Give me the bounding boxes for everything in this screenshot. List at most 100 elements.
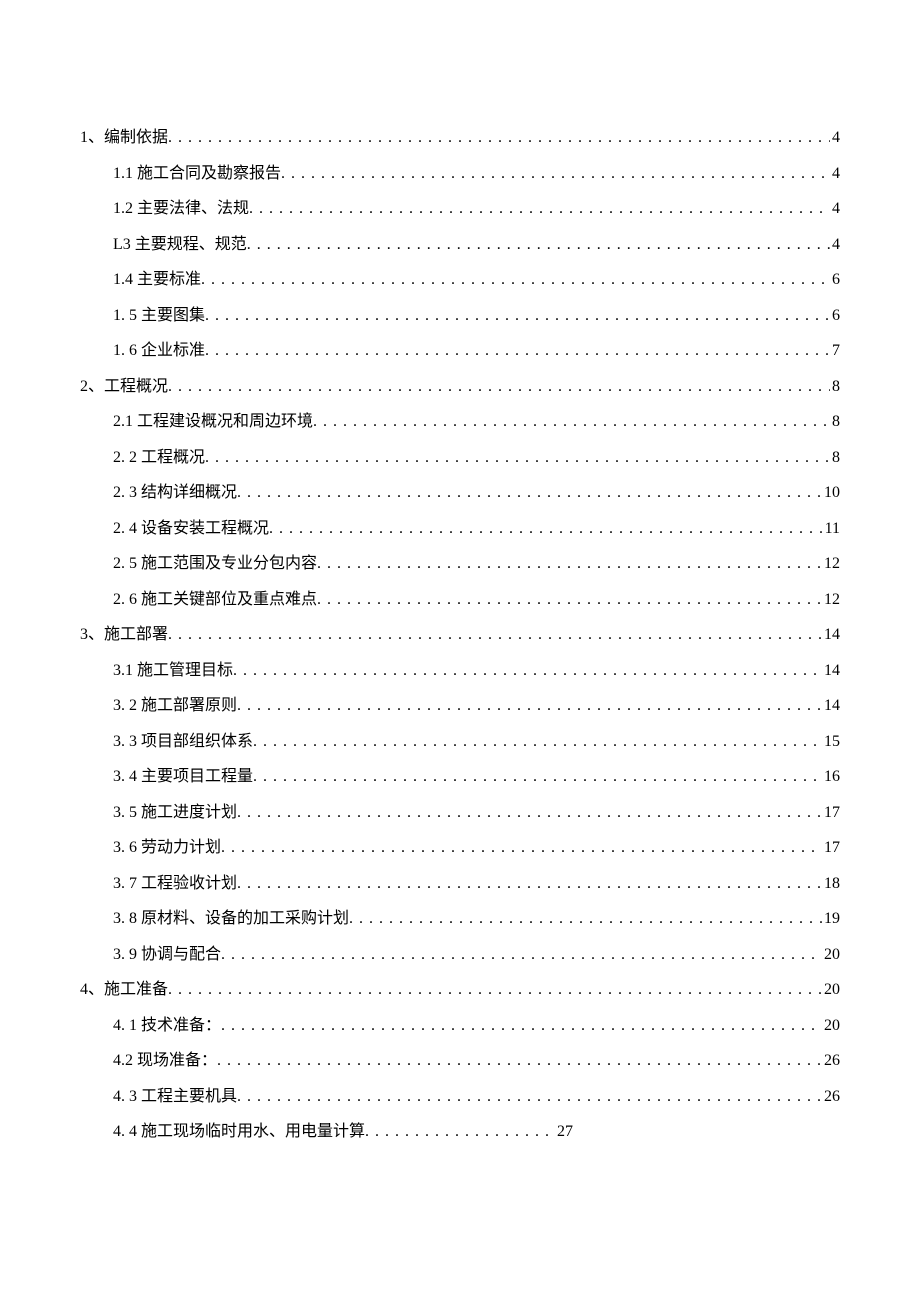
toc-pagenum: 17 [822,805,840,821]
toc-leaders [237,1089,822,1105]
toc-label: 2. 3 结构详细概况 [113,485,237,501]
toc-row: 3. 3 项目部组织体系 15 [113,734,840,750]
toc-leaders [281,166,830,182]
toc-leaders [269,521,823,537]
toc-pagenum: 19 [822,911,840,927]
toc-label: L3 主要规程、规范 [113,237,247,253]
toc-row: 4. 3 工程主要机具 26 [113,1089,840,1105]
toc-leaders [237,876,822,892]
toc-pagenum: 27 [555,1124,573,1140]
toc-pagenum: 11 [823,521,840,537]
toc-label: 3. 9 协调与配合 [113,947,221,963]
toc-leaders [237,805,822,821]
toc-leaders [221,840,822,856]
toc-leaders [313,414,830,430]
toc-pagenum: 8 [830,379,840,395]
toc-row: 4、施工准备 20 [80,982,840,998]
toc-leaders [221,1018,822,1034]
toc-row: 3.1 施工管理目标 14 [113,663,840,679]
toc-label: 2.1 工程建设概况和周边环境 [113,414,313,430]
toc-row: 3. 7 工程验收计划 18 [113,876,840,892]
toc-row: 3. 8 原材料、设备的加工采购计划 19 [113,911,840,927]
toc-label: 3.1 施工管理目标 [113,663,233,679]
toc-leaders [233,663,822,679]
toc-leaders [168,982,822,998]
toc-row: 2. 5 施工范围及专业分包内容 12 [113,556,840,572]
toc-label: 3. 4 主要项目工程量 [113,769,253,785]
toc-pagenum: 4 [830,237,840,253]
toc-pagenum: 6 [830,308,840,324]
toc-label: 1.2 主要法律、法规 [113,201,249,217]
toc-row: 1. 5 主要图集 6 [113,308,840,324]
toc-label: 3. 5 施工进度计划 [113,805,237,821]
toc-leaders [205,308,830,324]
toc-pagenum: 8 [830,414,840,430]
toc-pagenum: 20 [822,947,840,963]
toc-label: 2. 4 设备安装工程概况 [113,521,269,537]
toc-row: 2、工程概况 8 [80,379,840,395]
toc-leaders [317,556,822,572]
toc-label: 3. 8 原材料、设备的加工采购计划 [113,911,349,927]
toc-row: 3. 9 协调与配合 20 [113,947,840,963]
toc-label: 2. 5 施工范围及专业分包内容 [113,556,317,572]
toc-label: 1. 6 企业标准 [113,343,205,359]
toc-row: 2.1 工程建设概况和周边环境 8 [113,414,840,430]
toc-label: 3、施工部署 [80,627,168,643]
toc-row: 4. 1 技术准备： 20 [113,1018,840,1034]
toc-label: 4. 3 工程主要机具 [113,1089,237,1105]
toc-row: 2. 6 施工关键部位及重点难点 12 [113,592,840,608]
toc-leaders [317,592,822,608]
toc-leaders [168,379,830,395]
toc-label: 2、工程概况 [80,379,168,395]
toc-leaders [237,485,822,501]
toc-row: 1、编制依据 4 [80,130,840,146]
toc-row: 2. 2 工程概况 8 [113,450,840,466]
toc-label: 4. 4 施工现场临时用水、用电量计算 [113,1124,365,1140]
toc-label: 1、编制依据 [80,130,168,146]
toc-row: 3. 2 施工部署原则 14 [113,698,840,714]
toc-row: 4.2 现场准备： 26 [113,1053,840,1069]
toc-pagenum: 14 [822,627,840,643]
toc-pagenum: 4 [830,130,840,146]
toc-pagenum: 12 [822,592,840,608]
toc-label: 3. 2 施工部署原则 [113,698,237,714]
toc-pagenum: 4 [830,201,840,217]
toc-label: 2. 2 工程概况 [113,450,205,466]
toc-label: 3. 7 工程验收计划 [113,876,237,892]
toc-row: 3、施工部署 14 [80,627,840,643]
toc-row: 3. 5 施工进度计划 17 [113,805,840,821]
toc-row: 1. 6 企业标准 7 [113,343,840,359]
toc-label: 1.4 主要标准 [113,272,201,288]
toc-pagenum: 8 [830,450,840,466]
toc-leaders [237,698,822,714]
toc-pagenum: 26 [822,1053,840,1069]
toc-row: L3 主要规程、规范 4 [113,237,840,253]
toc-label: 4.2 现场准备： [113,1053,217,1069]
toc-leaders [217,1053,822,1069]
toc-leaders [221,947,822,963]
toc-leaders [168,627,822,643]
toc-pagenum: 7 [830,343,840,359]
toc-row: 2. 4 设备安装工程概况 11 [113,521,840,537]
toc-row: 2. 3 结构详细概况 10 [113,485,840,501]
toc-label: 4. 1 技术准备： [113,1018,221,1034]
toc-page: 1、编制依据 41.1 施工合同及勘察报告 41.2 主要法律、法规 4L3 主… [80,130,840,1160]
toc-pagenum: 10 [822,485,840,501]
toc-row: 4. 4 施工现场临时用水、用电量计算 27 [113,1124,840,1140]
toc-leaders [253,734,822,750]
toc-label: 3. 6 劳动力计划 [113,840,221,856]
toc-label: 2. 6 施工关键部位及重点难点 [113,592,317,608]
toc-pagenum: 14 [822,698,840,714]
toc-pagenum: 4 [830,166,840,182]
toc-row: 3. 4 主要项目工程量 16 [113,769,840,785]
toc-row: 1.1 施工合同及勘察报告 4 [113,166,840,182]
toc-pagenum: 14 [822,663,840,679]
toc-pagenum: 16 [822,769,840,785]
toc-leaders [205,343,830,359]
toc-leaders [365,1124,555,1140]
toc-row: 1.2 主要法律、法规 4 [113,201,840,217]
toc-pagenum: 6 [830,272,840,288]
toc-row: 3. 6 劳动力计划 17 [113,840,840,856]
toc-leaders [205,450,830,466]
toc-label: 4、施工准备 [80,982,168,998]
